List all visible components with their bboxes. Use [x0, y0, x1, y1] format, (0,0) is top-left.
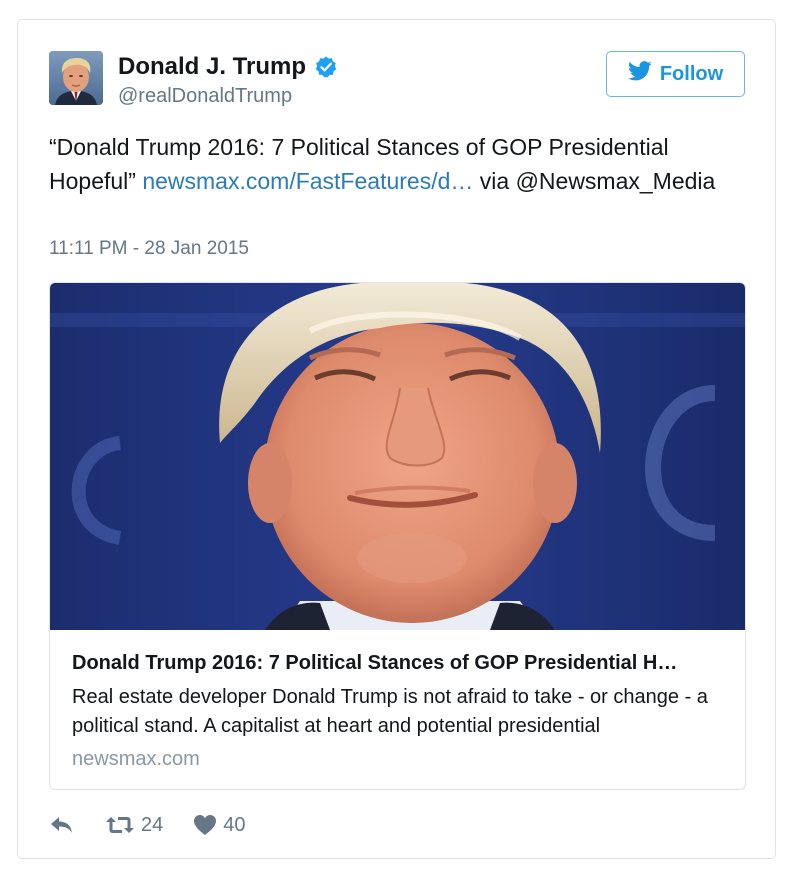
heart-icon	[193, 814, 217, 836]
avatar[interactable]	[49, 51, 103, 105]
retweet-button[interactable]: 24	[105, 814, 163, 837]
like-count: 40	[223, 813, 246, 836]
follow-button-label: Follow	[659, 62, 724, 85]
card-domain: newsmax.com	[72, 748, 200, 770]
reply-button[interactable]	[49, 814, 75, 836]
retweet-icon	[105, 814, 135, 836]
like-button[interactable]: 40	[193, 813, 246, 837]
reply-icon	[49, 814, 75, 836]
card-title: Donald Trump 2016: 7 Political Stances o…	[72, 652, 678, 674]
tweet-text-part: via @Newsmax_Media	[473, 168, 716, 194]
card-image	[50, 283, 745, 630]
card-description: Real estate developer Donald Trump is no…	[72, 686, 708, 737]
tweet-actions: 24 40	[49, 810, 246, 840]
twitter-bird-icon	[627, 61, 652, 87]
user-name-row: Donald J. Trump	[118, 53, 338, 81]
tweet-timestamp[interactable]: 11:11 PM - 28 Jan 2015	[49, 237, 249, 261]
tweet-text: “Donald Trump 2016: 7 Political Stances …	[49, 130, 749, 198]
follow-button[interactable]: Follow	[606, 51, 745, 97]
tweet-link[interactable]: newsmax.com/FastFeatures/d…	[142, 168, 473, 194]
retweet-count: 24	[141, 813, 164, 836]
tweet-card: Donald J. Trump @realDonaldTrump Follow …	[17, 19, 776, 859]
link-preview-card[interactable]: Donald Trump 2016: 7 Political Stances o…	[49, 282, 746, 790]
verified-badge-icon	[314, 55, 338, 79]
display-name[interactable]: Donald J. Trump	[118, 53, 306, 81]
user-handle[interactable]: @realDonaldTrump	[118, 84, 292, 108]
